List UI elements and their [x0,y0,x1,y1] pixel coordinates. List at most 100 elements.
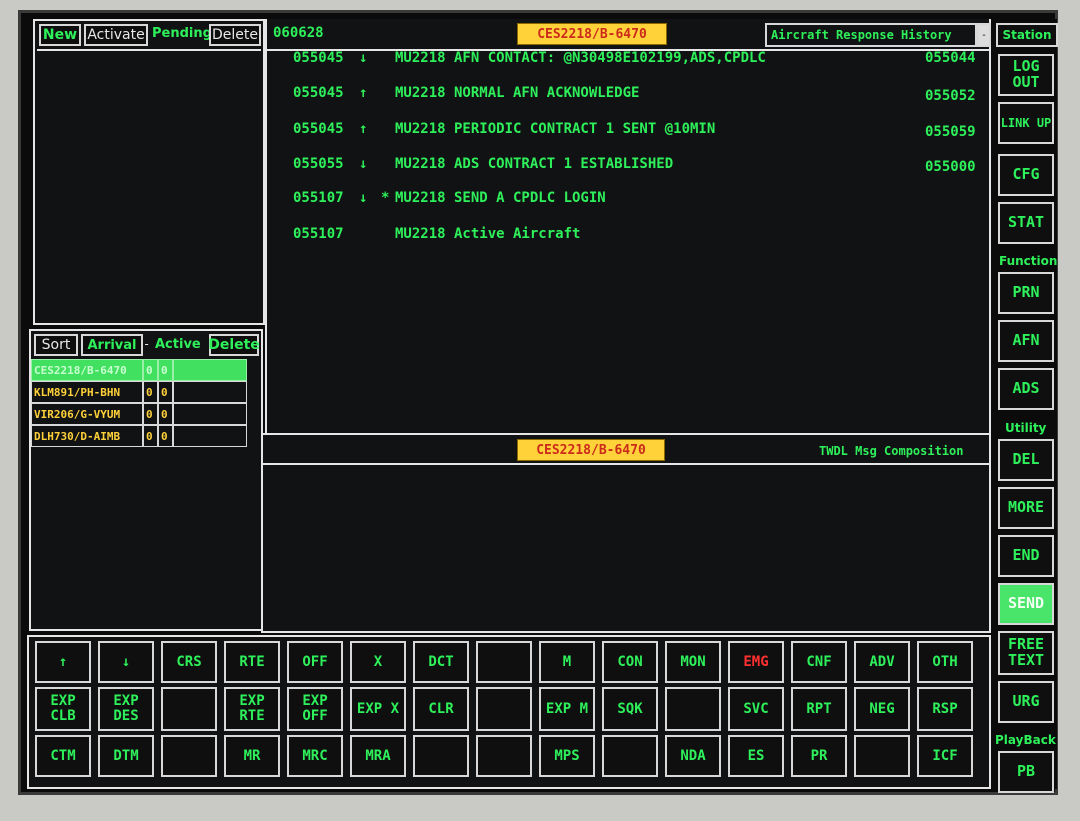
pending-label[interactable]: Pending [152,26,212,41]
key-blank-button[interactable] [476,641,532,683]
key-mps-button[interactable]: MPS [539,735,595,777]
aircraft-count-1: 0 [143,425,158,447]
key-crs-button[interactable]: CRS [161,641,217,683]
active-label[interactable]: Active [155,337,201,352]
key-blank-button[interactable] [476,687,532,731]
row-text: MU2218 SEND A CPDLC LOGIN [395,190,606,206]
key-ctm-button[interactable]: CTM [35,735,91,777]
key-con-button[interactable]: CON [602,641,658,683]
row-mark: * [381,190,390,206]
composition-input[interactable] [267,467,983,623]
row-time: 055045 [293,121,344,137]
key-adv-button[interactable]: ADV [854,641,910,683]
key-x-button[interactable]: X [350,641,406,683]
active-delete-button[interactable]: Delete [208,334,260,356]
pending-panel: New Activate Pending Delete [33,19,265,325]
afn-button[interactable]: AFN [998,320,1054,362]
key-icf-button[interactable]: ICF [917,735,973,777]
key-dct-button[interactable]: DCT [413,641,469,683]
arrow-up-icon[interactable]: ↑ [35,641,91,683]
key-svc-button[interactable]: SVC [728,687,784,731]
composition-title: TWDL Msg Composition [819,444,964,458]
activate-button[interactable]: Activate [84,24,148,46]
key-m-button[interactable]: M [539,641,595,683]
pending-delete-button[interactable]: Delete [209,24,261,46]
arrival-select[interactable]: Arrival [81,334,143,356]
row-time: 055107 [293,226,344,242]
history-dropdown-icon[interactable]: - [977,23,991,47]
key-exp-rte-button[interactable]: EXP RTE [224,687,280,731]
key-mra-button[interactable]: MRA [350,735,406,777]
key-mr-button[interactable]: MR [224,735,280,777]
key-rpt-button[interactable]: RPT [791,687,847,731]
arrival-dropdown-icon[interactable]: - [143,337,150,351]
key-neg-button[interactable]: NEG [854,687,910,731]
row-ref: 055044 [925,50,976,66]
key-blank-button[interactable] [161,687,217,731]
row-text: MU2218 ADS CONTRACT 1 ESTABLISHED [395,156,674,172]
pb-button[interactable]: PB [998,751,1054,793]
row-ref: 055000 [925,159,976,175]
key-sqk-button[interactable]: SQK [602,687,658,731]
key-blank-button[interactable] [665,687,721,731]
row-direction-icon: ↓ [359,50,368,66]
send-button[interactable]: SEND [998,583,1054,625]
key-exp-clb-button[interactable]: EXP CLB [35,687,91,731]
more-button[interactable]: MORE [998,487,1054,529]
aircraft-count-1: 0 [143,403,158,425]
key-oth-button[interactable]: OTH [917,641,973,683]
current-time: 060628 [273,25,324,41]
aircraft-count-2: 0 [158,403,173,425]
aircraft-extra [173,381,247,403]
active-panel: Sort Arrival - Active Delete CES2218/B-6… [29,329,263,631]
key-blank-button[interactable] [602,735,658,777]
key-exp-m-button[interactable]: EXP M [539,687,595,731]
row-direction-icon: ↑ [359,85,368,101]
key-clr-button[interactable]: CLR [413,687,469,731]
sort-button[interactable]: Sort [34,334,78,356]
key-exp-des-button[interactable]: EXP DES [98,687,154,731]
key-blank-button[interactable] [161,735,217,777]
row-ref: 055052 [925,88,976,104]
history-title: Aircraft Response History [765,23,977,47]
key-cnf-button[interactable]: CNF [791,641,847,683]
key-emg-button[interactable]: EMG [728,641,784,683]
key-exp-x-button[interactable]: EXP X [350,687,406,731]
new-button[interactable]: New [39,24,81,46]
log-out-button[interactable]: LOG OUT [998,54,1054,96]
key-rsp-button[interactable]: RSP [917,687,973,731]
row-text: MU2218 PERIODIC CONTRACT 1 SENT @10MIN [395,121,716,137]
aircraft-callsign[interactable]: VIR206/G-VYUM [31,403,143,425]
urg-button[interactable]: URG [998,681,1054,723]
row-text: MU2218 AFN CONTACT: @N30498E102199,ADS,C… [395,50,766,66]
key-nda-button[interactable]: NDA [665,735,721,777]
key-es-button[interactable]: ES [728,735,784,777]
free-text-button[interactable]: FREE TEXT [998,631,1054,675]
key-blank-button[interactable] [476,735,532,777]
key-blank-button[interactable] [854,735,910,777]
end-button[interactable]: END [998,535,1054,577]
key-pr-button[interactable]: PR [791,735,847,777]
aircraft-callsign[interactable]: CES2218/B-6470 [31,359,143,381]
aircraft-callsign[interactable]: KLM891/PH-BHN [31,381,143,403]
link-up-button[interactable]: LINK UP [998,102,1054,144]
pending-list[interactable] [37,49,261,321]
aircraft-count-1: 0 [143,381,158,403]
key-blank-button[interactable] [413,735,469,777]
row-direction-icon: ↑ [359,121,368,137]
cfg-button[interactable]: CFG [998,154,1054,196]
ads-button[interactable]: ADS [998,368,1054,410]
del-button[interactable]: DEL [998,439,1054,481]
aircraft-extra [173,403,247,425]
key-mon-button[interactable]: MON [665,641,721,683]
prn-button[interactable]: PRN [998,272,1054,314]
stat-button[interactable]: STAT [998,202,1054,244]
key-exp-off-button[interactable]: EXP OFF [287,687,343,731]
arrow-down-icon[interactable]: ↓ [98,641,154,683]
key-dtm-button[interactable]: DTM [98,735,154,777]
key-mrc-button[interactable]: MRC [287,735,343,777]
aircraft-count-1: 0 [143,359,158,381]
aircraft-callsign[interactable]: DLH730/D-AIMB [31,425,143,447]
key-off-button[interactable]: OFF [287,641,343,683]
key-rte-button[interactable]: RTE [224,641,280,683]
